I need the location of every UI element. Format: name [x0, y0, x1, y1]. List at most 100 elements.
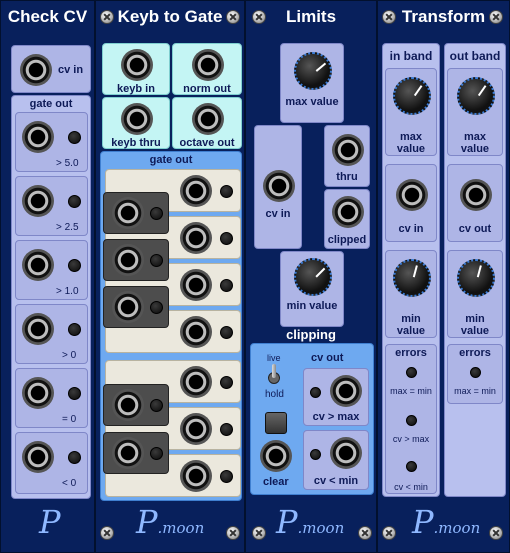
gate-led — [220, 376, 233, 389]
gate-out-jack[interactable] — [112, 197, 144, 229]
cv-in-jack[interactable] — [263, 170, 295, 202]
out-max-value-knob[interactable] — [457, 77, 495, 115]
keyb-in-label: keyb in — [117, 83, 155, 95]
pmoon-logo: P.moon — [276, 503, 344, 541]
threshold-label: > 2.5 — [56, 222, 79, 233]
gate-out-jack[interactable] — [112, 389, 144, 421]
gate-out-jack[interactable] — [22, 441, 54, 473]
norm-out-jack[interactable] — [192, 49, 224, 81]
clipping-label: clipping — [286, 327, 336, 342]
logo-letter: P — [412, 503, 434, 541]
keyb-thru-jack[interactable] — [121, 103, 153, 135]
gate-out-jack[interactable] — [180, 269, 212, 301]
cv-gt-max-led — [310, 387, 321, 398]
max-value-panel: max value — [385, 68, 437, 156]
cv-in-panel: cv in — [254, 125, 302, 249]
in-min-value-knob[interactable] — [393, 259, 431, 297]
in-max-value-knob[interactable] — [393, 77, 431, 115]
norm-out-panel: norm out — [172, 43, 242, 95]
gate-out-jack[interactable] — [180, 460, 212, 492]
octave-out-jack[interactable] — [192, 103, 224, 135]
thru-panel: thru — [324, 125, 370, 187]
threshold-row: > 2.5 — [15, 176, 88, 236]
threshold-row: > 5.0 — [15, 112, 88, 172]
cv-out-label: cv out — [311, 352, 344, 364]
black-key — [103, 384, 169, 426]
max-value-knob[interactable] — [294, 52, 332, 90]
gate-out-label: gate out — [29, 98, 73, 110]
min-value-knob[interactable] — [294, 258, 332, 296]
screw-icon — [489, 526, 503, 540]
min-value-panel: min value — [385, 250, 437, 338]
gate-led — [220, 326, 233, 339]
gate-out-jack[interactable] — [22, 313, 54, 345]
keyb-thru-label: keyb thru — [111, 137, 161, 149]
gate-out-jack[interactable] — [112, 244, 144, 276]
limits-title: Limits — [285, 7, 337, 26]
check-cv-title: Check CV — [7, 7, 88, 26]
gate-out-group: gate out > 5.0 > 2.5 > 1.0 > 0 = 0 < 0 — [11, 95, 91, 499]
black-key — [103, 286, 169, 328]
gate-out-jack[interactable] — [180, 316, 212, 348]
max-value-panel: max value — [280, 43, 344, 123]
screw-icon — [226, 526, 240, 540]
gate-out-jack[interactable] — [180, 413, 212, 445]
live-label: live — [267, 353, 281, 363]
cv-in-jack[interactable] — [20, 54, 52, 86]
keyb-in-jack[interactable] — [121, 49, 153, 81]
logo-text: .moon — [157, 519, 205, 537]
cv-in-jack[interactable] — [396, 179, 428, 211]
norm-out-label: norm out — [183, 83, 231, 95]
cv-lt-min-led — [406, 461, 417, 472]
logo-text: .moon — [297, 519, 345, 537]
logo-text: .moon — [433, 519, 481, 537]
cv-gt-max-led — [406, 415, 417, 426]
cv-out-group: live hold clear cv out cv > max cv < min — [250, 343, 374, 495]
gate-out-jack[interactable] — [180, 366, 212, 398]
max-eq-min-label: max = min — [454, 386, 496, 396]
gate-led — [220, 185, 233, 198]
gate-out-jack[interactable] — [112, 291, 144, 323]
cv-out-jack[interactable] — [460, 179, 492, 211]
black-key — [103, 239, 169, 281]
clear-button[interactable] — [265, 412, 287, 434]
clear-label: clear — [263, 476, 289, 488]
min-value-panel: min value — [280, 251, 344, 327]
cv-lt-min-label: cv < min — [313, 475, 359, 487]
cv-gt-max-label: cv > max — [392, 434, 430, 444]
screw-icon — [100, 526, 114, 540]
gate-led — [220, 232, 233, 245]
keyb-to-gate-module: Keyb to Gate keyb in norm out keyb thru … — [95, 0, 245, 553]
clipped-jack[interactable] — [332, 196, 364, 228]
min-value-label: min value — [460, 313, 490, 337]
in-band-label: in band — [389, 49, 433, 63]
gate-out-jack[interactable] — [22, 377, 54, 409]
thru-jack[interactable] — [332, 134, 364, 166]
gate-out-jack[interactable] — [22, 185, 54, 217]
max-value-panel: max value — [447, 68, 503, 156]
cv-lt-min-jack[interactable] — [330, 437, 362, 469]
screw-icon — [358, 526, 372, 540]
keyb-in-panel: keyb in — [102, 43, 170, 95]
min-value-panel: min value — [447, 250, 503, 338]
out-min-value-knob[interactable] — [457, 259, 495, 297]
gate-out-jack[interactable] — [22, 249, 54, 281]
max-eq-min-led — [470, 367, 481, 378]
gate-out-jack[interactable] — [180, 222, 212, 254]
threshold-row: > 1.0 — [15, 240, 88, 300]
max-value-label: max value — [396, 131, 426, 155]
threshold-label: > 0 — [62, 350, 77, 361]
cv-in-label: cv in — [398, 223, 424, 235]
threshold-row: > 0 — [15, 304, 88, 364]
gate-out-jack[interactable] — [180, 175, 212, 207]
cv-out-label: cv out — [458, 223, 492, 235]
clear-jack[interactable] — [260, 440, 292, 472]
gate-out-jack[interactable] — [22, 121, 54, 153]
cv-gt-max-jack[interactable] — [330, 375, 362, 407]
gate-led — [68, 131, 81, 144]
live-hold-toggle[interactable] — [268, 364, 280, 388]
errors-panel: errors max = min cv > max cv < min — [385, 344, 437, 494]
errors-label: errors — [459, 347, 491, 359]
gate-out-jack[interactable] — [112, 437, 144, 469]
max-eq-min-led — [406, 367, 417, 378]
